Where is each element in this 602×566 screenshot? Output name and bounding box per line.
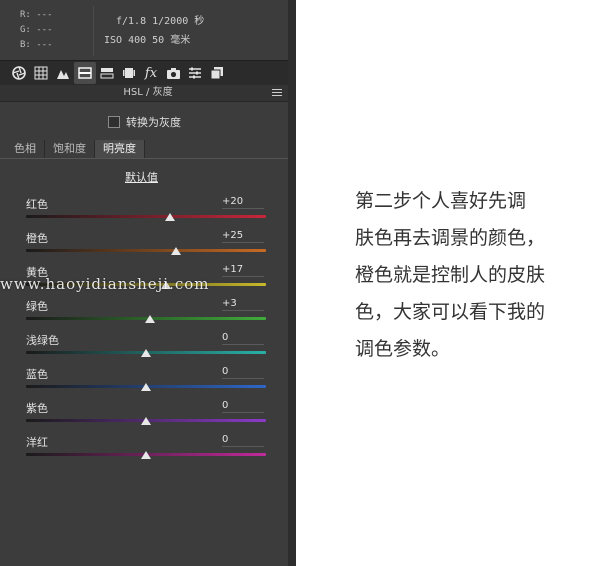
tone-curve-grid-icon[interactable] [30,62,52,84]
iso-focal-info: ISO 400 50 毫米 [104,35,191,46]
convert-grayscale-option[interactable]: 转换为灰度 [108,114,181,130]
slider-thumb[interactable] [141,417,151,425]
camera-info: f/1.8 1/2000 秒 ISO 400 50 毫米 [104,12,204,50]
slider-label: 蓝色 [26,368,48,381]
grayscale-checkbox[interactable] [108,116,120,128]
slider-thumb[interactable] [171,247,181,255]
slider-label: 红色 [26,198,48,211]
slider-value-field[interactable]: 0 [222,366,264,379]
slider-value-field[interactable]: 0 [222,434,264,447]
caption-line: 调色参数。 [355,338,451,360]
default-link[interactable]: 默认值 [125,169,158,185]
section-header: HSL / 灰度 [0,85,296,102]
camera-calibration-icon[interactable] [162,62,184,84]
tab-luminance[interactable]: 明亮度 [95,140,145,158]
tab-hue[interactable]: 色相 [6,140,45,158]
slider-track[interactable] [26,215,266,218]
snapshots-icon[interactable] [206,62,228,84]
slider-value-field[interactable]: +3 [222,298,264,311]
presets-sliders-icon[interactable] [184,62,206,84]
section-title: HSL / 灰度 [123,87,173,98]
caption-line: 肤色再去调景的颜色， [355,227,546,249]
slider-thumb[interactable] [141,383,151,391]
slider-value-field[interactable]: +25 [222,230,264,243]
article-caption: 第二步个人喜好先调 肤色再去调景的颜色， 橙色就是控制人的皮肤 色，大家可以看下… [355,183,580,368]
rgb-readout: R: --- G: --- B: --- [20,8,53,53]
tabs-divider [0,158,296,159]
slider-value-field[interactable]: +20 [222,196,264,209]
panel-menu-icon[interactable] [272,89,282,97]
split-toning-icon[interactable] [96,62,118,84]
slider-label: 绿色 [26,300,48,313]
slider-value-field[interactable]: 0 [222,400,264,413]
slider-thumb[interactable] [141,451,151,459]
slider-label: 橙色 [26,232,48,245]
slider-value-field[interactable]: 0 [222,332,264,345]
adjustment-toolbar: fx [0,60,296,86]
slider-thumb[interactable] [144,315,155,323]
readout-divider [93,6,94,56]
slider-thumb[interactable] [165,213,175,221]
camera-raw-panel: R: --- G: --- B: --- f/1.8 1/2000 秒 ISO … [0,0,296,566]
caption-line: 第二步个人喜好先调 [355,190,527,212]
hsl-icon[interactable] [74,62,96,84]
exposure-info: f/1.8 1/2000 秒 [116,16,205,27]
lens-corrections-icon[interactable] [118,62,140,84]
slider-label: 紫色 [26,402,48,415]
grayscale-label: 转换为灰度 [126,116,181,129]
hsl-tabs: 色相 饱和度 明亮度 [6,140,145,158]
caption-line: 色，大家可以看下我的 [355,301,546,323]
effects-fx-icon[interactable]: fx [140,62,162,84]
slider-label: 浅绿色 [26,334,59,347]
detail-mountain-icon[interactable] [52,62,74,84]
slider-track[interactable] [26,249,266,252]
r-readout: R: --- [20,10,53,20]
b-readout: B: --- [20,40,53,50]
basic-aperture-icon[interactable] [8,62,30,84]
tab-saturation[interactable]: 饱和度 [45,140,95,158]
slider-thumb[interactable] [141,349,151,357]
caption-line: 橙色就是控制人的皮肤 [355,264,546,286]
slider-label: 洋红 [26,436,48,449]
panel-scrollbar[interactable] [288,0,296,566]
watermark-text: www.haoyidiansheji.com [0,275,210,293]
g-readout: G: --- [20,25,53,35]
